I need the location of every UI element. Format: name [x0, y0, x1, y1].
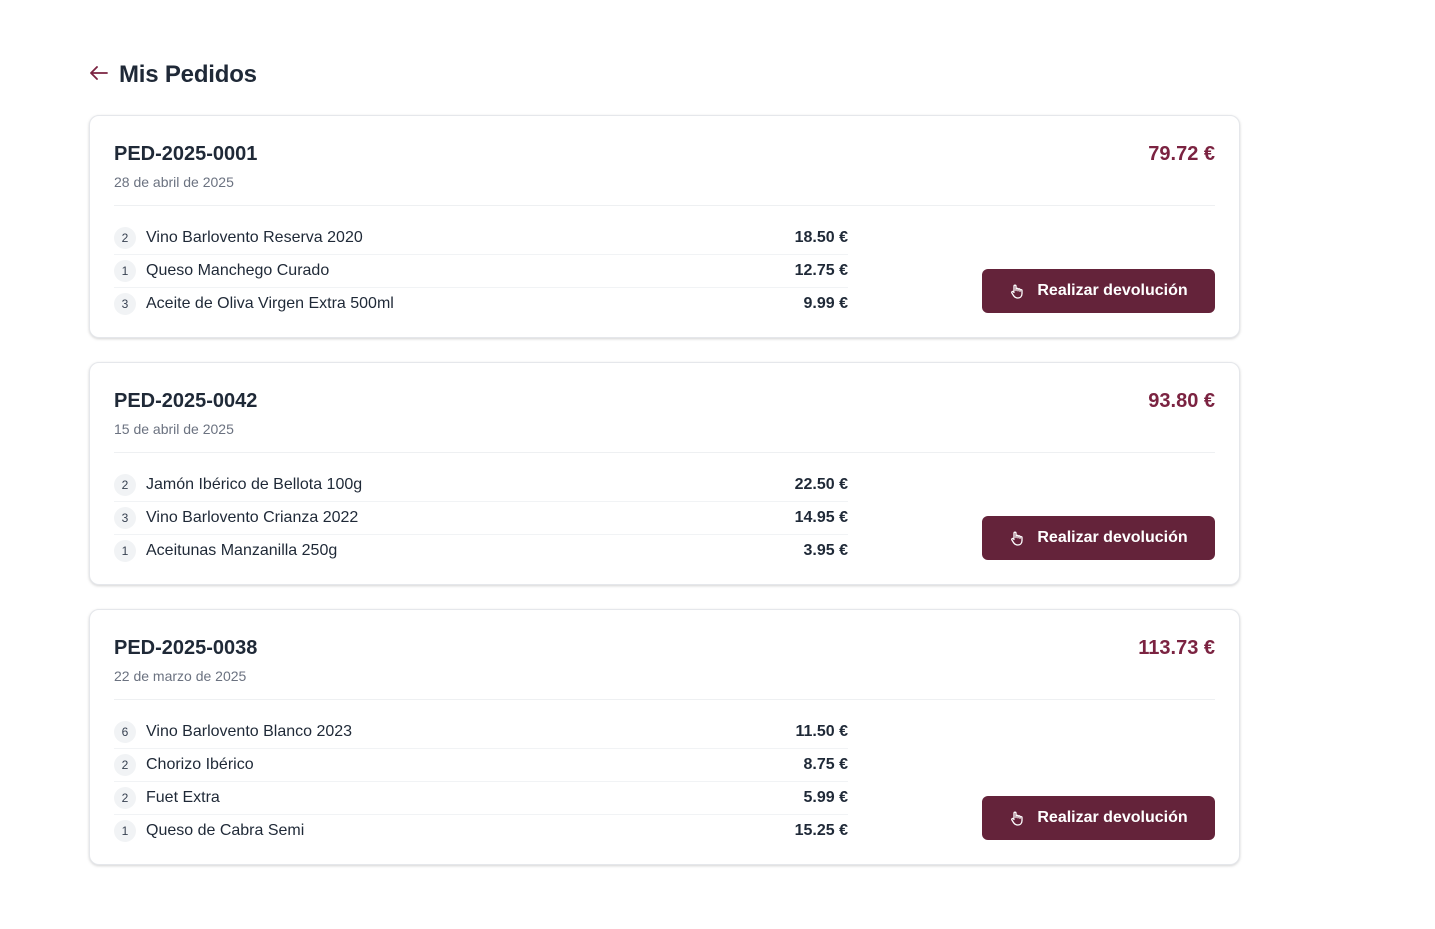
item-name: Jamón Ibérico de Bellota 100g: [146, 476, 363, 493]
quantity-badge: 2: [114, 227, 136, 249]
hand-icon: [1009, 810, 1025, 826]
order-id: PED-2025-0001: [114, 143, 258, 165]
order-info: PED-2025-0001 28 de abril de 2025: [114, 140, 257, 191]
order-card: PED-2025-0038 22 de marzo de 2025 113.73…: [89, 609, 1240, 865]
return-button-label: Realizar devolución: [1037, 282, 1188, 299]
item-name: Aceitunas Manzanilla 250g: [146, 542, 338, 559]
order-header: PED-2025-0038 22 de marzo de 2025 113.73…: [114, 634, 1215, 700]
order-id: PED-2025-0042: [114, 390, 258, 412]
order-item: 2 Vino Barlovento Reserva 2020 18.50 €: [114, 222, 848, 255]
return-button[interactable]: Realizar devolución: [982, 796, 1215, 840]
order-item: 1 Aceitunas Manzanilla 250g 3.95 €: [114, 535, 848, 567]
item-name: Vino Barlovento Reserva 2020: [146, 229, 363, 246]
quantity-badge: 2: [114, 474, 136, 496]
quantity-badge: 3: [114, 293, 136, 315]
item-price: 12.75 €: [794, 262, 848, 279]
item-name: Chorizo Ibérico: [146, 756, 254, 773]
order-items-list: 2 Vino Barlovento Reserva 2020 18.50 € 1…: [114, 222, 848, 320]
back-button[interactable]: [89, 65, 109, 85]
item-price: 22.50 €: [794, 476, 848, 493]
return-button-label: Realizar devolución: [1037, 809, 1188, 826]
order-id: PED-2025-0038: [114, 637, 258, 659]
order-date: 15 de abril de 2025: [114, 421, 234, 437]
orders-list: PED-2025-0001 28 de abril de 2025 79.72 …: [89, 115, 1240, 865]
order-item: 1 Queso Manchego Curado 12.75 €: [114, 255, 848, 288]
order-item: 2 Chorizo Ibérico 8.75 €: [114, 749, 848, 782]
quantity-badge: 2: [114, 787, 136, 809]
order-total: 93.80 €: [1148, 390, 1215, 412]
quantity-badge: 1: [114, 540, 136, 562]
order-items-list: 6 Vino Barlovento Blanco 2023 11.50 € 2 …: [114, 716, 848, 847]
order-item: 2 Fuet Extra 5.99 €: [114, 782, 848, 815]
item-name: Vino Barlovento Blanco 2023: [146, 723, 353, 740]
order-info: PED-2025-0038 22 de marzo de 2025: [114, 634, 257, 685]
order-card: PED-2025-0001 28 de abril de 2025 79.72 …: [89, 115, 1240, 338]
order-header: PED-2025-0001 28 de abril de 2025 79.72 …: [114, 140, 1215, 206]
return-button-label: Realizar devolución: [1037, 529, 1188, 546]
page-header: Mis Pedidos: [89, 58, 1240, 92]
order-item: 3 Vino Barlovento Crianza 2022 14.95 €: [114, 502, 848, 535]
item-name: Queso de Cabra Semi: [146, 822, 305, 839]
item-price: 9.99 €: [803, 295, 848, 312]
order-item: 2 Jamón Ibérico de Bellota 100g 22.50 €: [114, 469, 848, 502]
order-header: PED-2025-0042 15 de abril de 2025 93.80 …: [114, 387, 1215, 453]
page-title: Mis Pedidos: [119, 61, 257, 88]
quantity-badge: 2: [114, 754, 136, 776]
orders-page: Mis Pedidos PED-2025-0001 28 de abril de…: [89, 58, 1240, 865]
return-button[interactable]: Realizar devolución: [982, 269, 1215, 313]
item-price: 18.50 €: [794, 229, 848, 246]
order-date: 22 de marzo de 2025: [114, 668, 247, 684]
order-items-list: 2 Jamón Ibérico de Bellota 100g 22.50 € …: [114, 469, 848, 567]
order-body: 2 Jamón Ibérico de Bellota 100g 22.50 € …: [114, 453, 1215, 567]
quantity-badge: 1: [114, 260, 136, 282]
return-button[interactable]: Realizar devolución: [982, 516, 1215, 560]
order-body: 2 Vino Barlovento Reserva 2020 18.50 € 1…: [114, 206, 1215, 320]
quantity-badge: 1: [114, 820, 136, 842]
hand-icon: [1009, 283, 1025, 299]
order-total: 113.73 €: [1138, 637, 1215, 659]
order-total: 79.72 €: [1148, 143, 1215, 165]
arrow-left-icon: [90, 65, 108, 85]
item-price: 3.95 €: [803, 542, 848, 559]
order-item: 1 Queso de Cabra Semi 15.25 €: [114, 815, 848, 847]
order-item: 3 Aceite de Oliva Virgen Extra 500ml 9.9…: [114, 288, 848, 320]
item-name: Queso Manchego Curado: [146, 262, 330, 279]
item-price: 11.50 €: [795, 723, 849, 740]
item-price: 5.99 €: [803, 789, 848, 806]
order-item: 6 Vino Barlovento Blanco 2023 11.50 €: [114, 716, 848, 749]
item-price: 14.95 €: [794, 509, 848, 526]
order-date: 28 de abril de 2025: [114, 174, 234, 190]
quantity-badge: 6: [114, 721, 136, 743]
item-name: Vino Barlovento Crianza 2022: [146, 509, 359, 526]
item-price: 15.25 €: [794, 822, 848, 839]
order-card: PED-2025-0042 15 de abril de 2025 93.80 …: [89, 362, 1240, 585]
hand-icon: [1009, 530, 1025, 546]
item-name: Aceite de Oliva Virgen Extra 500ml: [146, 295, 394, 312]
item-price: 8.75 €: [803, 756, 848, 773]
quantity-badge: 3: [114, 507, 136, 529]
order-info: PED-2025-0042 15 de abril de 2025: [114, 387, 257, 438]
item-name: Fuet Extra: [146, 789, 220, 806]
order-body: 6 Vino Barlovento Blanco 2023 11.50 € 2 …: [114, 700, 1215, 847]
